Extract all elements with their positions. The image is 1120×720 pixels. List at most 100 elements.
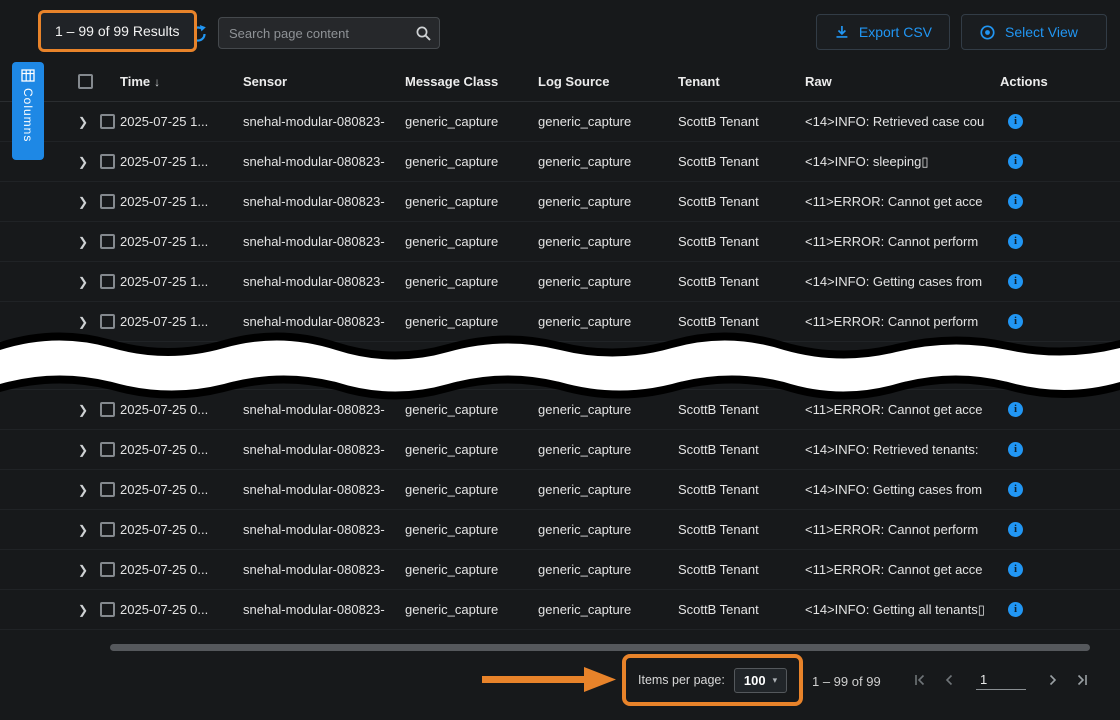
export-csv-button[interactable]: Export CSV — [816, 14, 950, 50]
grid-icon — [21, 69, 35, 82]
page-number-input[interactable] — [976, 670, 1026, 690]
info-icon[interactable]: i — [1008, 274, 1023, 289]
info-icon[interactable]: i — [1008, 154, 1023, 169]
row-checkbox[interactable] — [100, 602, 115, 617]
column-header-tenant[interactable]: Tenant — [678, 74, 805, 89]
cell-message-class: generic_capture — [405, 562, 538, 577]
cell-actions: i — [1000, 442, 1060, 457]
row-checkbox[interactable] — [100, 274, 115, 289]
column-header-raw[interactable]: Raw — [805, 74, 1000, 89]
cell-actions: i — [1000, 314, 1060, 329]
cell-raw: <14>INFO: Getting all tenants▯ — [805, 602, 1000, 618]
row-checkbox[interactable] — [100, 562, 115, 577]
cell-raw: <11>ERROR: Cannot get acce — [805, 194, 1000, 209]
cell-message-class: generic_capture — [405, 602, 538, 617]
cell-message-class: generic_capture — [405, 442, 538, 457]
search-box — [218, 17, 440, 49]
cell-sensor: snehal-modular-080823- — [243, 274, 405, 289]
table-row: ❯ 2025-07-25 1... snehal-modular-080823-… — [0, 102, 1120, 142]
cell-log-source: generic_capture — [538, 234, 678, 249]
pagination-last-button[interactable] — [1074, 672, 1090, 688]
cell-tenant: ScottB Tenant — [678, 314, 805, 329]
info-icon[interactable]: i — [1008, 314, 1023, 329]
column-header-message-class[interactable]: Message Class — [405, 74, 538, 89]
expand-chevron-icon[interactable]: ❯ — [78, 359, 100, 373]
expand-chevron-icon[interactable]: ❯ — [78, 483, 100, 497]
expand-chevron-icon[interactable]: ❯ — [78, 275, 100, 289]
row-checkbox[interactable] — [100, 402, 115, 417]
row-checkbox[interactable] — [100, 154, 115, 169]
cell-actions: i — [1000, 234, 1060, 249]
cell-log-source: generic_capture — [538, 562, 678, 577]
info-icon[interactable]: i — [1008, 482, 1023, 497]
cell-tenant: ScottB Tenant — [678, 194, 805, 209]
cell-actions: i — [1000, 402, 1060, 417]
row-checkbox[interactable] — [100, 114, 115, 129]
cell-message-class: generic_capture — [405, 154, 538, 169]
cell-tenant: ScottB Tenant — [678, 482, 805, 497]
horizontal-scrollbar[interactable] — [110, 644, 1090, 651]
expand-chevron-icon[interactable]: ❯ — [78, 563, 100, 577]
cell-message-class: generic_capture — [405, 234, 538, 249]
cell-sensor: snehal-modular-080823- — [243, 402, 405, 417]
row-checkbox[interactable] — [100, 442, 115, 457]
expand-chevron-icon[interactable]: ❯ — [78, 603, 100, 617]
columns-tab[interactable]: Columns — [12, 62, 44, 160]
expand-chevron-icon[interactable]: ❯ — [78, 235, 100, 249]
cell-raw: <11>ERROR: Cannot get acce — [805, 562, 1000, 577]
expand-chevron-icon[interactable]: ❯ — [78, 115, 100, 129]
expand-chevron-icon[interactable]: ❯ — [78, 523, 100, 537]
expand-chevron-icon[interactable]: ❯ — [78, 315, 100, 329]
cell-actions: i — [1000, 602, 1060, 617]
row-checkbox[interactable] — [100, 482, 115, 497]
select-view-label: Select View — [1005, 24, 1078, 40]
table-body: ❯ 2025-07-25 1... snehal-modular-080823-… — [0, 102, 1120, 630]
cell-log-source: generic_capture — [538, 114, 678, 129]
row-checkbox[interactable] — [100, 314, 115, 329]
first-page-icon — [912, 672, 928, 688]
export-csv-label: Export CSV — [859, 24, 932, 40]
cell-time: 2025-07-25 0... — [120, 562, 243, 577]
row-checkbox[interactable] — [100, 358, 115, 373]
info-icon[interactable]: i — [1008, 562, 1023, 577]
info-icon[interactable]: i — [1008, 602, 1023, 617]
cell-log-source: generic_capture — [538, 314, 678, 329]
expand-chevron-icon[interactable]: ❯ — [78, 155, 100, 169]
expand-chevron-icon[interactable]: ❯ — [78, 195, 100, 209]
info-icon[interactable]: i — [1008, 522, 1023, 537]
search-input[interactable] — [219, 18, 439, 48]
cell-tenant: ScottB Tenant — [678, 274, 805, 289]
table-row: ❯ 2025-07-25 1... snehal-modular-080823-… — [0, 262, 1120, 302]
cell-raw: <11>ERROR: Cannot get acce — [805, 402, 1000, 417]
expand-chevron-icon[interactable]: ❯ — [78, 443, 100, 457]
cell-time: 2025-07-25 0... — [120, 522, 243, 537]
cell-message-class: generic_capture — [405, 522, 538, 537]
table-row: ❯ 2025-07-25 1... snehal-modular-080823-… — [0, 182, 1120, 222]
row-checkbox[interactable] — [100, 194, 115, 209]
pagination-next-button[interactable] — [1045, 672, 1061, 688]
pagination-prev-button[interactable] — [941, 672, 957, 688]
cell-actions: i — [1000, 522, 1060, 537]
column-header-sensor[interactable]: Sensor — [243, 74, 405, 89]
items-per-page-select[interactable]: 100 ▾ — [734, 668, 787, 693]
info-icon[interactable]: i — [1008, 402, 1023, 417]
column-header-log-source[interactable]: Log Source — [538, 74, 678, 89]
info-icon[interactable]: i — [1008, 114, 1023, 129]
info-icon[interactable]: i — [1008, 194, 1023, 209]
header-checkbox[interactable] — [78, 74, 93, 89]
cell-log-source: generic_capture — [538, 154, 678, 169]
items-per-page-value: 100 — [744, 673, 766, 688]
column-header-time[interactable]: Time↓ — [120, 74, 243, 89]
row-checkbox[interactable] — [100, 234, 115, 249]
cell-time: 2025-07-25 1... — [120, 234, 243, 249]
table-row: ❯ 2025-07-25 1... snehal-modular-080823-… — [0, 302, 1120, 342]
cell-time: 2025-07-25 0... — [120, 442, 243, 457]
row-checkbox[interactable] — [100, 522, 115, 537]
select-view-button[interactable]: Select View — [961, 14, 1107, 50]
chevron-right-icon — [1045, 672, 1061, 688]
pagination-first-button[interactable] — [912, 672, 928, 688]
cell-time: 2025-07-25 1... — [120, 314, 243, 329]
expand-chevron-icon[interactable]: ❯ — [78, 403, 100, 417]
info-icon[interactable]: i — [1008, 442, 1023, 457]
info-icon[interactable]: i — [1008, 234, 1023, 249]
